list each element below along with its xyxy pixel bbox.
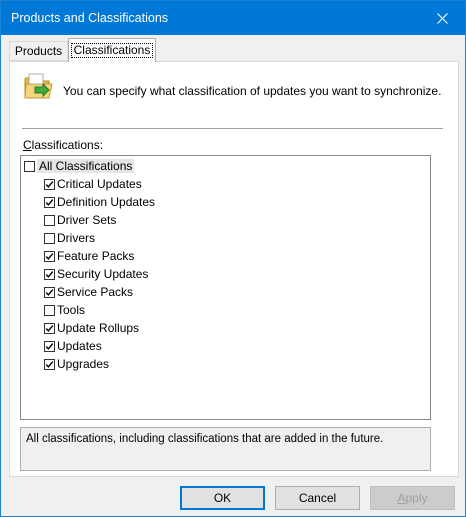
tab-classifications-label: Classifications bbox=[70, 43, 154, 58]
apply-button[interactable]: Apply bbox=[370, 486, 455, 510]
classifications-panel: You can specify what classification of u… bbox=[9, 61, 459, 477]
title-bar: Products and Classifications bbox=[1, 1, 465, 35]
tree-item-critical-updates[interactable]: Critical Updates bbox=[44, 175, 142, 193]
apply-button-rest: pply bbox=[405, 491, 428, 505]
tab-products[interactable]: Products bbox=[9, 41, 68, 61]
separator bbox=[22, 128, 443, 129]
checkmark-icon bbox=[45, 324, 54, 332]
checkbox-drivers[interactable] bbox=[44, 232, 55, 244]
checkbox-definition-updates[interactable] bbox=[44, 196, 55, 208]
dialog-window: Products and Classifications Products Cl… bbox=[0, 0, 466, 517]
apply-button-accesskey: A bbox=[397, 491, 406, 505]
tree-item-upgrades[interactable]: Upgrades bbox=[44, 355, 109, 373]
checkbox-feature-packs[interactable] bbox=[44, 250, 55, 262]
window-title: Products and Classifications bbox=[11, 11, 169, 25]
tree-item-label: Driver Sets bbox=[57, 213, 117, 227]
tab-products-label: Products bbox=[14, 44, 63, 58]
tree-item-label: Upgrades bbox=[57, 357, 110, 371]
checkbox-security-updates[interactable] bbox=[44, 268, 55, 280]
ok-button[interactable]: OK bbox=[180, 486, 265, 510]
tab-classifications[interactable]: Classifications bbox=[68, 38, 156, 62]
checkbox-driver-sets[interactable] bbox=[44, 214, 55, 226]
tree-item-label: Service Packs bbox=[57, 285, 134, 299]
checkbox-updates[interactable] bbox=[44, 340, 55, 352]
tree-item-label: Updates bbox=[57, 339, 102, 353]
tree-item-service-packs[interactable]: Service Packs bbox=[44, 283, 133, 301]
close-button[interactable] bbox=[419, 1, 465, 35]
classifications-label-rest: lassifications: bbox=[31, 138, 104, 152]
tree-item-drivers[interactable]: Drivers bbox=[44, 229, 95, 247]
intro-text: You can specify what classification of u… bbox=[63, 84, 442, 98]
classifications-label: Classifications: bbox=[23, 138, 103, 152]
tree-item-security-updates[interactable]: Security Updates bbox=[44, 265, 148, 283]
checkmark-icon bbox=[45, 270, 54, 278]
cancel-button[interactable]: Cancel bbox=[275, 486, 360, 510]
classifications-label-accesskey: C bbox=[23, 138, 32, 152]
checkmark-icon bbox=[45, 288, 54, 296]
tree-item-label: Definition Updates bbox=[57, 195, 156, 209]
tree-item-label: Feature Packs bbox=[57, 249, 135, 263]
tree-item-updates[interactable]: Updates bbox=[44, 337, 102, 355]
checkbox-critical-updates[interactable] bbox=[44, 178, 55, 190]
checkbox-tools[interactable] bbox=[44, 304, 55, 316]
checkbox-all-classifications[interactable] bbox=[24, 160, 35, 172]
tree-item-driver-sets[interactable]: Driver Sets bbox=[44, 211, 116, 229]
tree-item-label: Tools bbox=[57, 303, 86, 317]
checkmark-icon bbox=[45, 198, 54, 206]
tree-item-label: Drivers bbox=[57, 231, 95, 245]
checkmark-icon bbox=[45, 252, 54, 260]
description-box: All classifications, including classific… bbox=[20, 427, 431, 471]
tree-item-label: Security Updates bbox=[57, 267, 149, 281]
tree-item-tools[interactable]: Tools bbox=[44, 301, 85, 319]
checkbox-service-packs[interactable] bbox=[44, 286, 55, 298]
folder-sync-icon bbox=[24, 73, 53, 99]
close-icon bbox=[436, 12, 448, 24]
tree-item-all-classifications[interactable]: All Classifications bbox=[24, 157, 135, 175]
tree-item-update-rollups[interactable]: Update Rollups bbox=[44, 319, 139, 337]
tree-item-label: All Classifications bbox=[37, 159, 135, 173]
checkbox-update-rollups[interactable] bbox=[44, 322, 55, 334]
tree-item-label: Critical Updates bbox=[57, 177, 142, 191]
checkmark-icon bbox=[45, 180, 54, 188]
checkmark-icon bbox=[45, 342, 54, 350]
checkmark-icon bbox=[45, 360, 54, 368]
classifications-tree[interactable]: All Classifications Critical Updates Defi… bbox=[20, 155, 431, 420]
checkbox-upgrades[interactable] bbox=[44, 358, 55, 370]
tree-item-feature-packs[interactable]: Feature Packs bbox=[44, 247, 134, 265]
tree-item-definition-updates[interactable]: Definition Updates bbox=[44, 193, 155, 211]
tree-item-label: Update Rollups bbox=[57, 321, 140, 335]
